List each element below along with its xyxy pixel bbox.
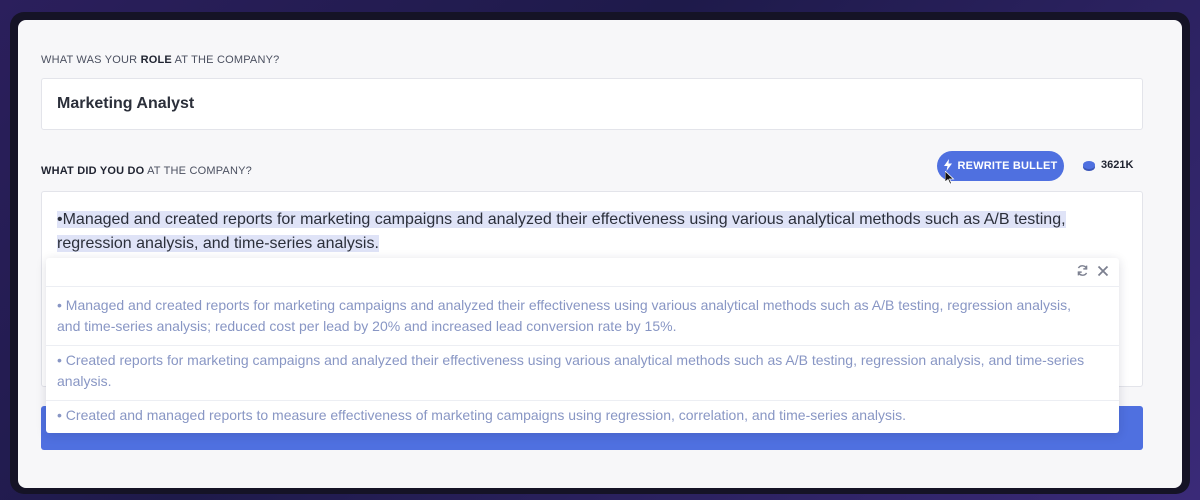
bullet-text: •Managed and created reports for marketi…: [57, 211, 1066, 252]
suggestion-item[interactable]: • Created reports for marketing campaign…: [57, 350, 1097, 392]
rewrite-bullet-label: REWRITE BULLET: [957, 160, 1058, 172]
role-input[interactable]: Marketing Analyst: [41, 78, 1143, 130]
credits-counter: 3621K: [1083, 159, 1133, 171]
dropdown-divider: [46, 286, 1119, 287]
credits-value: 3621K: [1101, 159, 1134, 171]
suggestions-dropdown: • Managed and created reports for market…: [46, 258, 1119, 433]
role-label: WHAT WAS YOUR ROLE AT THE COMPANY?: [41, 54, 280, 66]
role-value: Marketing Analyst: [57, 95, 195, 112]
what-did-you-do-label: WHAT DID YOU DO AT THE COMPANY?: [41, 165, 252, 177]
refresh-icon[interactable]: [1076, 264, 1089, 280]
rewrite-bullet-button[interactable]: REWRITE BULLET: [937, 151, 1064, 181]
suggestion-item[interactable]: • Created and managed reports to measure…: [57, 405, 1097, 426]
suggestion-item[interactable]: • Managed and created reports for market…: [57, 295, 1097, 337]
form-panel: WHAT WAS YOUR ROLE AT THE COMPANY? Marke…: [18, 20, 1182, 488]
coin-icon: [1083, 161, 1095, 169]
close-icon[interactable]: [1097, 264, 1109, 280]
dropdown-tools: [1076, 264, 1109, 280]
suggestion-divider: [46, 345, 1119, 346]
suggestion-divider: [46, 400, 1119, 401]
mouse-cursor: [944, 170, 955, 190]
